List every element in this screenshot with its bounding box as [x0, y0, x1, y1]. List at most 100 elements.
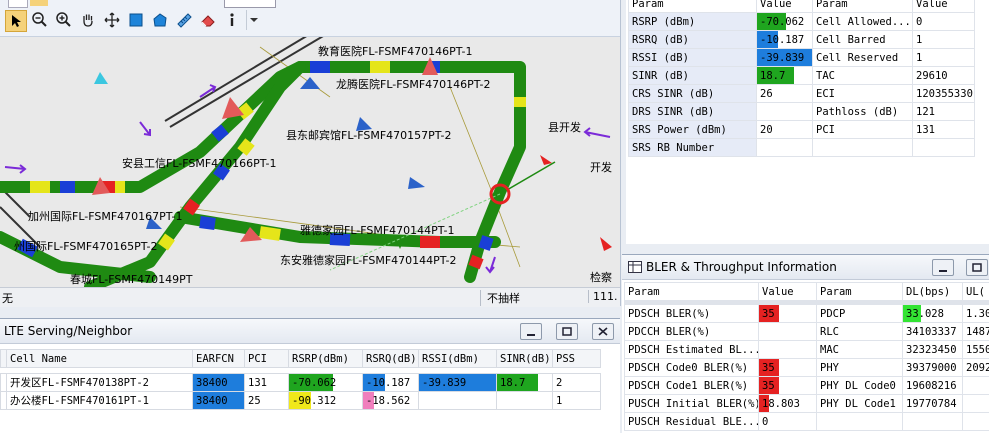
- toolbar-chart-button[interactable]: [30, 0, 48, 6]
- param-value: [759, 323, 817, 341]
- site-label: 教育医院FL-FSMF470146PT-1: [318, 43, 472, 59]
- table-row[interactable]: RSSI (dB) -39.839 Cell Reserved 1: [629, 49, 975, 67]
- close-button[interactable]: [592, 323, 614, 340]
- table-row[interactable]: PDSCH BLER(%) 35 PDCP 33.028 1.30: [625, 305, 989, 323]
- table-row[interactable]: PDSCH Estimated BL... MAC 32323450 1550: [625, 341, 989, 359]
- minimize-button[interactable]: [932, 259, 954, 276]
- select-arrow-icon[interactable]: [5, 10, 27, 32]
- pss-cell: 1: [553, 392, 601, 410]
- param-label: PDSCH BLER(%): [625, 305, 759, 323]
- column-header[interactable]: UL(: [963, 283, 989, 301]
- param-label: DRS SINR (dB): [629, 103, 757, 121]
- table-row[interactable]: CRS SINR (dB) 26 ECI 120355330: [629, 85, 975, 103]
- table-header-row: Cell Name EARFCN PCI RSRP(dBm) RSRQ(dB) …: [1, 350, 601, 368]
- table-row[interactable]: 开发区FL-FSMF470138PT-2 38400 131 -70.062 -…: [1, 374, 601, 392]
- restore-button[interactable]: [966, 259, 988, 276]
- param-label: PDCCH BLER(%): [625, 323, 759, 341]
- toolbar-dropdown-icon[interactable]: [246, 10, 261, 30]
- table-row[interactable]: PUSCH Residual BLE... 0: [625, 413, 989, 431]
- map-toolbar: [0, 0, 620, 37]
- param-label: Cell Reserved: [813, 49, 913, 67]
- toolbar-combo[interactable]: [224, 0, 276, 8]
- rsrp-cell: -90.312: [289, 392, 363, 410]
- dl-value: 32323450: [903, 341, 963, 359]
- table-row[interactable]: RSRP (dBm) -70.062 Cell Allowed... 0: [629, 13, 975, 31]
- column-header[interactable]: Param: [625, 283, 759, 301]
- param-label: RSSI (dB): [629, 49, 757, 67]
- table-row[interactable]: PDSCH Code0 BLER(%) 35 PHY 39379000 2092: [625, 359, 989, 377]
- table-row[interactable]: SRS Power (dBm) 20 PCI 131: [629, 121, 975, 139]
- column-header[interactable]: PCI: [245, 350, 289, 368]
- pci-cell: 25: [245, 392, 289, 410]
- param-label: CRS SINR (dB): [629, 85, 757, 103]
- sinr-cell: [497, 392, 553, 410]
- column-header[interactable]: Value: [913, 0, 975, 13]
- param-value: 35: [759, 377, 817, 395]
- lte-pane-title: LTE Serving/Neighbor: [4, 324, 132, 338]
- param-value: 35: [759, 359, 817, 377]
- restore-button[interactable]: [556, 323, 578, 340]
- map-canvas[interactable]: 教育医院FL-FSMF470146PT-1 龙腾医院FL-FSMF470146P…: [0, 37, 620, 287]
- cell-params-pane: Param Value Param Value RSRP (dBm) -70.0…: [626, 0, 989, 244]
- column-header[interactable]: RSSI(dBm): [419, 350, 497, 368]
- param-label: Cell Barred: [813, 31, 913, 49]
- param-label: TAC: [813, 67, 913, 85]
- column-header[interactable]: RSRP(dBm): [289, 350, 363, 368]
- param-label: SRS RB Number: [629, 139, 757, 157]
- zoom-in-icon[interactable]: [54, 10, 74, 30]
- dl-value: 39379000: [903, 359, 963, 377]
- column-header[interactable]: RSRQ(dB): [363, 350, 419, 368]
- param-value: 29610: [913, 67, 975, 85]
- table-row[interactable]: SINR (dB) 18.7 TAC 29610: [629, 67, 975, 85]
- param-label: RSRP (dBm): [629, 13, 757, 31]
- column-header[interactable]: DL(bps): [903, 283, 963, 301]
- lte-cell-table: Cell Name EARFCN PCI RSRP(dBm) RSRQ(dB) …: [0, 349, 601, 410]
- info-icon[interactable]: [222, 10, 242, 30]
- pan-hand-icon[interactable]: [78, 10, 98, 30]
- column-header[interactable]: PSS: [553, 350, 601, 368]
- table-row[interactable]: SRS RB Number: [629, 139, 975, 157]
- sample-mode-text: 不抽样: [480, 290, 520, 306]
- column-header[interactable]: Param: [817, 283, 903, 301]
- column-header[interactable]: SINR(dB): [497, 350, 553, 368]
- column-header[interactable]: Param: [813, 0, 913, 13]
- lte-serving-neighbor-pane: LTE Serving/Neighbor Cell Name EARFCN PC…: [0, 318, 620, 433]
- map-pane: 教育医院FL-FSMF470146PT-1 龙腾医院FL-FSMF470146P…: [0, 0, 621, 306]
- column-header[interactable]: Value: [759, 283, 817, 301]
- cell-name: 开发区FL-FSMF470138PT-2: [7, 374, 193, 392]
- bler-throughput-pane: BLER & Throughput Information Param Valu…: [622, 254, 989, 433]
- param-value: [913, 139, 975, 157]
- site-label: 检察: [590, 269, 612, 285]
- param-value: [757, 139, 813, 157]
- param-value: 0: [913, 13, 975, 31]
- table-row[interactable]: RSRQ (dB) -10.187 Cell Barred 1: [629, 31, 975, 49]
- earfcn-cell: 38400: [193, 392, 245, 410]
- polygon-select-icon[interactable]: [150, 10, 170, 30]
- ul-value: 1550: [963, 341, 989, 359]
- table-row[interactable]: PDCCH BLER(%) RLC 34103337 1487: [625, 323, 989, 341]
- table-row[interactable]: PUSCH Initial BLER(%) 18.803 PHY DL Code…: [625, 395, 989, 413]
- eraser-icon[interactable]: [198, 10, 218, 30]
- param-value: -10.187: [757, 31, 813, 49]
- param-value: 20: [757, 121, 813, 139]
- ruler-icon[interactable]: [174, 10, 194, 30]
- table-row[interactable]: PDSCH Code1 BLER(%) 35 PHY DL Code0 1960…: [625, 377, 989, 395]
- move-cross-icon[interactable]: [102, 10, 122, 30]
- toolbar-overflow-button[interactable]: [8, 0, 28, 8]
- column-header[interactable]: Cell Name: [7, 350, 193, 368]
- minimize-button[interactable]: [520, 323, 542, 340]
- column-header[interactable]: Value: [757, 0, 813, 13]
- table-row[interactable]: 办公楼FL-FSMF470161PT-1 38400 25 -90.312 -1…: [1, 392, 601, 410]
- param-label: Cell Allowed...: [813, 13, 913, 31]
- param-label: PHY DL Code1: [817, 395, 903, 413]
- dl-value: [903, 413, 963, 431]
- column-header[interactable]: Param: [629, 0, 757, 13]
- ul-value: [963, 395, 989, 413]
- param-label: PUSCH Residual BLE...: [625, 413, 759, 431]
- column-header[interactable]: EARFCN: [193, 350, 245, 368]
- table-row[interactable]: DRS SINR (dB) Pathloss (dB) 121: [629, 103, 975, 121]
- param-value: -39.839: [757, 49, 813, 67]
- zoom-out-icon[interactable]: [30, 10, 50, 30]
- param-value: -70.062: [757, 13, 813, 31]
- rect-select-icon[interactable]: [126, 10, 146, 30]
